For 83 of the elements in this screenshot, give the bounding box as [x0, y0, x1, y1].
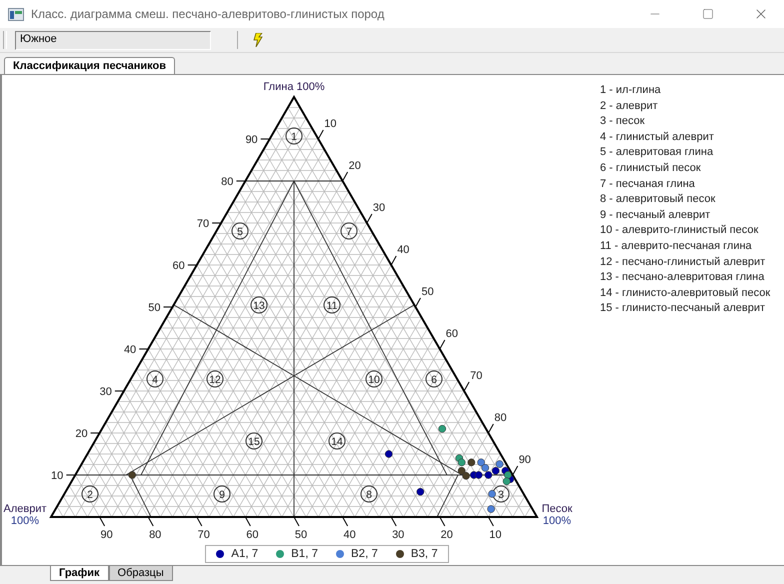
app-icon [8, 8, 24, 20]
axis-tick-label: 20 [439, 516, 453, 541]
axis-tick-label: 80 [148, 516, 162, 541]
axis-tick-label: 30 [390, 516, 404, 541]
legend-label: B2, 7 [351, 548, 378, 560]
region-label: 11 [324, 296, 340, 314]
data-point [128, 471, 136, 479]
axis-label: 100% [10, 515, 40, 527]
axis-tick-label: 70 [196, 516, 210, 541]
axis-tick-label: 80 [488, 412, 507, 434]
classification-item: 15 - глинисто-песчаный алеврит [600, 301, 766, 316]
region-label: 10 [366, 370, 382, 388]
axis-label: Алеврит [3, 503, 47, 515]
data-point [458, 466, 466, 475]
data-point [488, 490, 496, 498]
data-point [384, 450, 393, 458]
axis-tick-label: 20 [342, 160, 361, 182]
classification-item: 10 - алеврито-глинистый песок [600, 223, 760, 238]
data-point [492, 466, 500, 475]
region-label: 3 [492, 486, 510, 502]
tab[interactable]: Образцы [108, 566, 173, 581]
lightning-icon[interactable] [252, 33, 263, 47]
axis-tick-label: 60 [439, 328, 458, 350]
legend-label: B1, 7 [291, 548, 318, 560]
axis-tick-label: 60 [244, 516, 259, 541]
region-label: 12 [206, 370, 224, 388]
axis-tick-label: 90 [99, 516, 113, 541]
location-field[interactable]: Южное [15, 30, 211, 50]
axis-label: Песок [542, 503, 572, 515]
axis-tick-label: 70 [464, 370, 482, 392]
axis-tick-label: 50 [294, 516, 308, 541]
region-label: 9 [214, 486, 230, 502]
axis-tick-label: 40 [390, 244, 410, 266]
tab[interactable]: Классификация песчаников [4, 57, 176, 74]
classification-item: 11 - алеврито-песчаная глина [600, 238, 753, 254]
region-label: 1 [286, 128, 302, 144]
tab[interactable]: График [50, 566, 109, 581]
axis-tick-label: 10 [488, 516, 502, 541]
axis-tick-label: 10 [318, 118, 337, 140]
classification-item: 2 - алеврит [600, 98, 659, 114]
axis-tick-label: 10 [51, 470, 76, 482]
axis-tick-label: 40 [124, 344, 149, 356]
data-point [416, 488, 424, 496]
classification-item: 12 - песчано-глинистый алеврит [600, 254, 766, 270]
data-point [468, 458, 476, 466]
classification-item: 8 - алевритовый песок [600, 192, 716, 208]
axis-tick-label: 60 [172, 260, 198, 272]
axis-label: Глина 100% [263, 81, 325, 93]
region-label: 15 [246, 432, 262, 450]
region-label: 5 [232, 222, 248, 240]
maximize-icon[interactable] [702, 8, 714, 20]
region-label: 14 [328, 432, 346, 450]
region-label: 4 [146, 370, 164, 388]
region-label: 6 [426, 370, 442, 388]
axis-tick-label: 30 [366, 202, 386, 224]
classification-item: 1 - ил-глина [600, 83, 662, 98]
axis-tick-label: 50 [148, 302, 173, 314]
legend-label: A1, 7 [231, 548, 258, 560]
axis-tick-label: 70 [196, 218, 222, 230]
axis-tick-label: 30 [100, 386, 124, 398]
axis-tick-label: 50 [415, 286, 434, 308]
region-label: 13 [250, 296, 268, 314]
axis-label: 100% [542, 515, 572, 527]
axis-tick-label: 90 [245, 134, 270, 146]
axis-tick-label: 90 [512, 454, 531, 476]
window-title: Класс. диаграмма смеш. песчано-алевритово-глинистых пород [31, 7, 386, 21]
classification-item: 13 - песчано-алевритовая глина [600, 270, 766, 286]
data-point [487, 505, 495, 513]
axis-tick-label: 80 [221, 176, 246, 188]
data-point [438, 424, 446, 433]
axis-tick-label: 40 [342, 516, 356, 541]
axis-tick-label: 20 [75, 428, 100, 440]
region-label: 2 [82, 486, 98, 502]
legend-label: B3, 7 [410, 548, 438, 560]
region-label: 8 [360, 486, 378, 502]
classification-item: 4 - глинистый алеврит [600, 130, 715, 145]
classification-item: 7 - песчаная глина [600, 176, 696, 192]
classification-item: 3 - песок [600, 114, 646, 130]
classification-item: 5 - алевритовая глина [600, 145, 714, 160]
region-label: 7 [340, 222, 358, 240]
classification-item: 14 - глинисто-алевритовый песок [600, 286, 770, 301]
classification-item: 6 - глинистый песок [600, 160, 702, 176]
classification-item: 9 - песчаный алеврит [600, 208, 712, 223]
